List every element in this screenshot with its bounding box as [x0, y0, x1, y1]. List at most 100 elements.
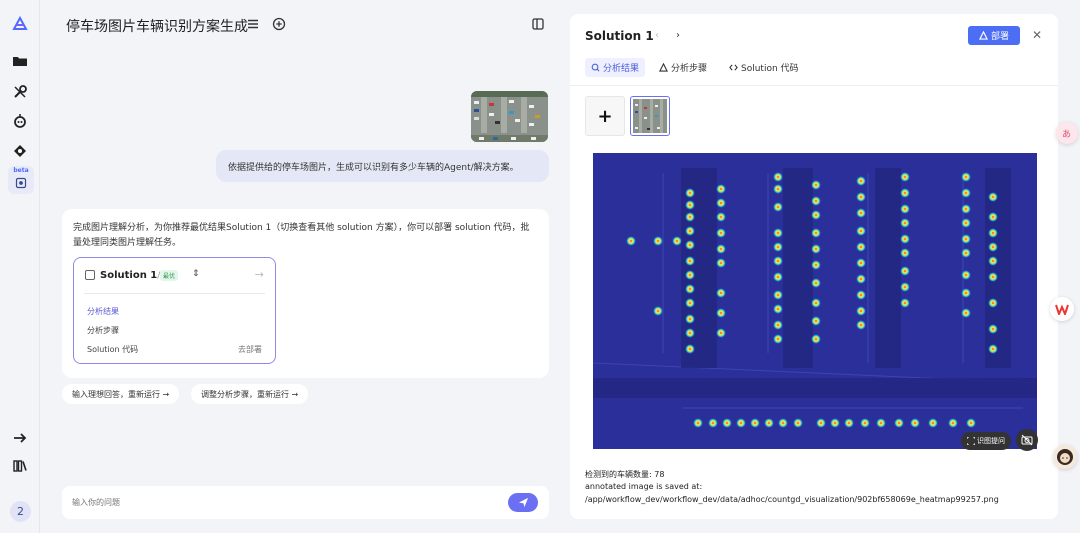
heatspot — [961, 308, 971, 318]
heatspot — [856, 226, 866, 236]
switch-solution-icon[interactable]: ⇕ — [192, 269, 200, 279]
heatspot — [716, 258, 726, 268]
heatspot — [811, 244, 821, 254]
heatspot — [948, 418, 958, 428]
beta-app-button[interactable]: beta — [8, 166, 34, 194]
heatspot — [685, 298, 695, 308]
heatspot — [653, 306, 663, 316]
heatspot — [988, 242, 998, 252]
heatspot — [856, 320, 866, 330]
heatspot — [685, 314, 695, 324]
heatspot — [961, 204, 971, 214]
add-circle-icon[interactable] — [272, 17, 286, 31]
best-badge: 最优 — [160, 270, 179, 281]
logo-icon[interactable] — [10, 14, 30, 34]
heatspot — [900, 218, 910, 228]
vehicle-count-text: 检测到的车辆数量: 78 — [585, 470, 665, 479]
go-deploy-link[interactable]: 去部署 — [238, 344, 262, 355]
saved-label: annotated image is saved at: — [585, 482, 703, 491]
solution-card-header[interactable]: Solution 1/2 最优 ⇕ → — [74, 258, 275, 293]
heatspot — [773, 242, 783, 252]
heatspot — [910, 418, 920, 428]
heatspot — [722, 418, 732, 428]
heatspot — [811, 228, 821, 238]
close-icon[interactable]: ✕ — [1032, 28, 1042, 42]
plugin-icon[interactable] — [10, 141, 30, 161]
heatspot — [811, 298, 821, 308]
heatspot — [773, 172, 783, 182]
tools-icon[interactable] — [10, 82, 30, 102]
tab-results[interactable]: 分析结果 — [585, 58, 646, 77]
heatmap-image[interactable] — [593, 153, 1037, 449]
user-avatar-badge[interactable]: 2 — [10, 501, 31, 522]
heatspot — [685, 212, 695, 222]
heatspot — [988, 256, 998, 266]
heatspot — [900, 266, 910, 276]
heatspot — [988, 212, 998, 222]
rerun-ideal-answer-chip[interactable]: 输入理想回答，重新运行 → — [62, 384, 180, 404]
open-arrow-icon[interactable]: → — [255, 268, 264, 281]
heatspot — [856, 274, 866, 284]
tab-steps[interactable]: 分析步骤 — [653, 58, 713, 77]
rerun-adjust-steps-chip[interactable]: 调整分析步骤，重新运行 → — [191, 384, 309, 404]
menu-icon[interactable] — [246, 17, 260, 31]
send-button[interactable] — [508, 493, 538, 512]
solution-item-steps[interactable]: 分析步骤 — [87, 325, 119, 336]
heatspot — [653, 236, 663, 246]
heatspot — [988, 192, 998, 202]
heatspot — [685, 256, 695, 266]
heatspot — [773, 184, 783, 194]
expand-arrow-icon[interactable] — [10, 428, 30, 448]
heatspot — [773, 228, 783, 238]
panel-toggle-icon[interactable] — [531, 17, 545, 31]
assistant-avatar-icon[interactable] — [1053, 445, 1077, 469]
tab-code[interactable]: Solution 代码 — [723, 58, 805, 77]
heatspot — [988, 344, 998, 354]
solution-card-title: Solution 1/2 — [100, 270, 166, 281]
next-solution-icon[interactable]: › — [676, 30, 680, 41]
heatspot — [961, 218, 971, 228]
heatspot — [844, 418, 854, 428]
heatspot — [811, 210, 821, 220]
library-icon[interactable] — [10, 456, 30, 476]
heatspot — [716, 212, 726, 222]
solution-item-results[interactable]: 分析结果 — [87, 306, 119, 317]
heatspot — [961, 270, 971, 280]
heatspot — [811, 316, 821, 326]
uploaded-parking-image[interactable] — [471, 91, 548, 142]
heatspot — [900, 298, 910, 308]
heatspot — [928, 418, 938, 428]
heatspot — [856, 258, 866, 268]
heatspot — [693, 418, 703, 428]
heatspot — [811, 334, 821, 344]
solution-card[interactable]: Solution 1/2 最优 ⇕ → 分析结果 分析步骤 Solution 代… — [73, 257, 276, 364]
image-thumbnail[interactable] — [630, 96, 670, 136]
translate-float-icon[interactable]: あ — [1056, 122, 1078, 144]
camera-off-icon[interactable] — [1016, 429, 1038, 451]
heatspot — [811, 278, 821, 288]
heatspot — [672, 236, 682, 246]
heatspot — [900, 204, 910, 214]
heatspot — [778, 418, 788, 428]
heatspot — [685, 344, 695, 354]
heatspot — [856, 306, 866, 316]
add-image-button[interactable]: + — [585, 96, 625, 136]
ask-by-image-label: 识图提问 — [977, 437, 1005, 445]
solution-item-code[interactable]: Solution 代码 — [87, 344, 138, 355]
heatspot — [716, 198, 726, 208]
chat-input[interactable] — [72, 494, 492, 511]
agent-icon[interactable] — [10, 111, 30, 131]
folder-icon[interactable] — [10, 51, 30, 71]
heatspot — [685, 284, 695, 294]
prev-solution-icon[interactable]: ‹ — [655, 30, 659, 41]
panel-divider — [570, 85, 1058, 86]
heatspot — [685, 188, 695, 198]
heatspot — [811, 196, 821, 206]
heatspot — [816, 418, 826, 428]
ask-by-image-chip[interactable]: 识图提问 — [961, 432, 1011, 450]
heatspot — [900, 234, 910, 244]
deploy-button[interactable]: 部署 — [968, 26, 1020, 45]
heatspot — [773, 334, 783, 344]
heatspot — [988, 298, 998, 308]
wps-float-icon[interactable] — [1050, 297, 1074, 321]
